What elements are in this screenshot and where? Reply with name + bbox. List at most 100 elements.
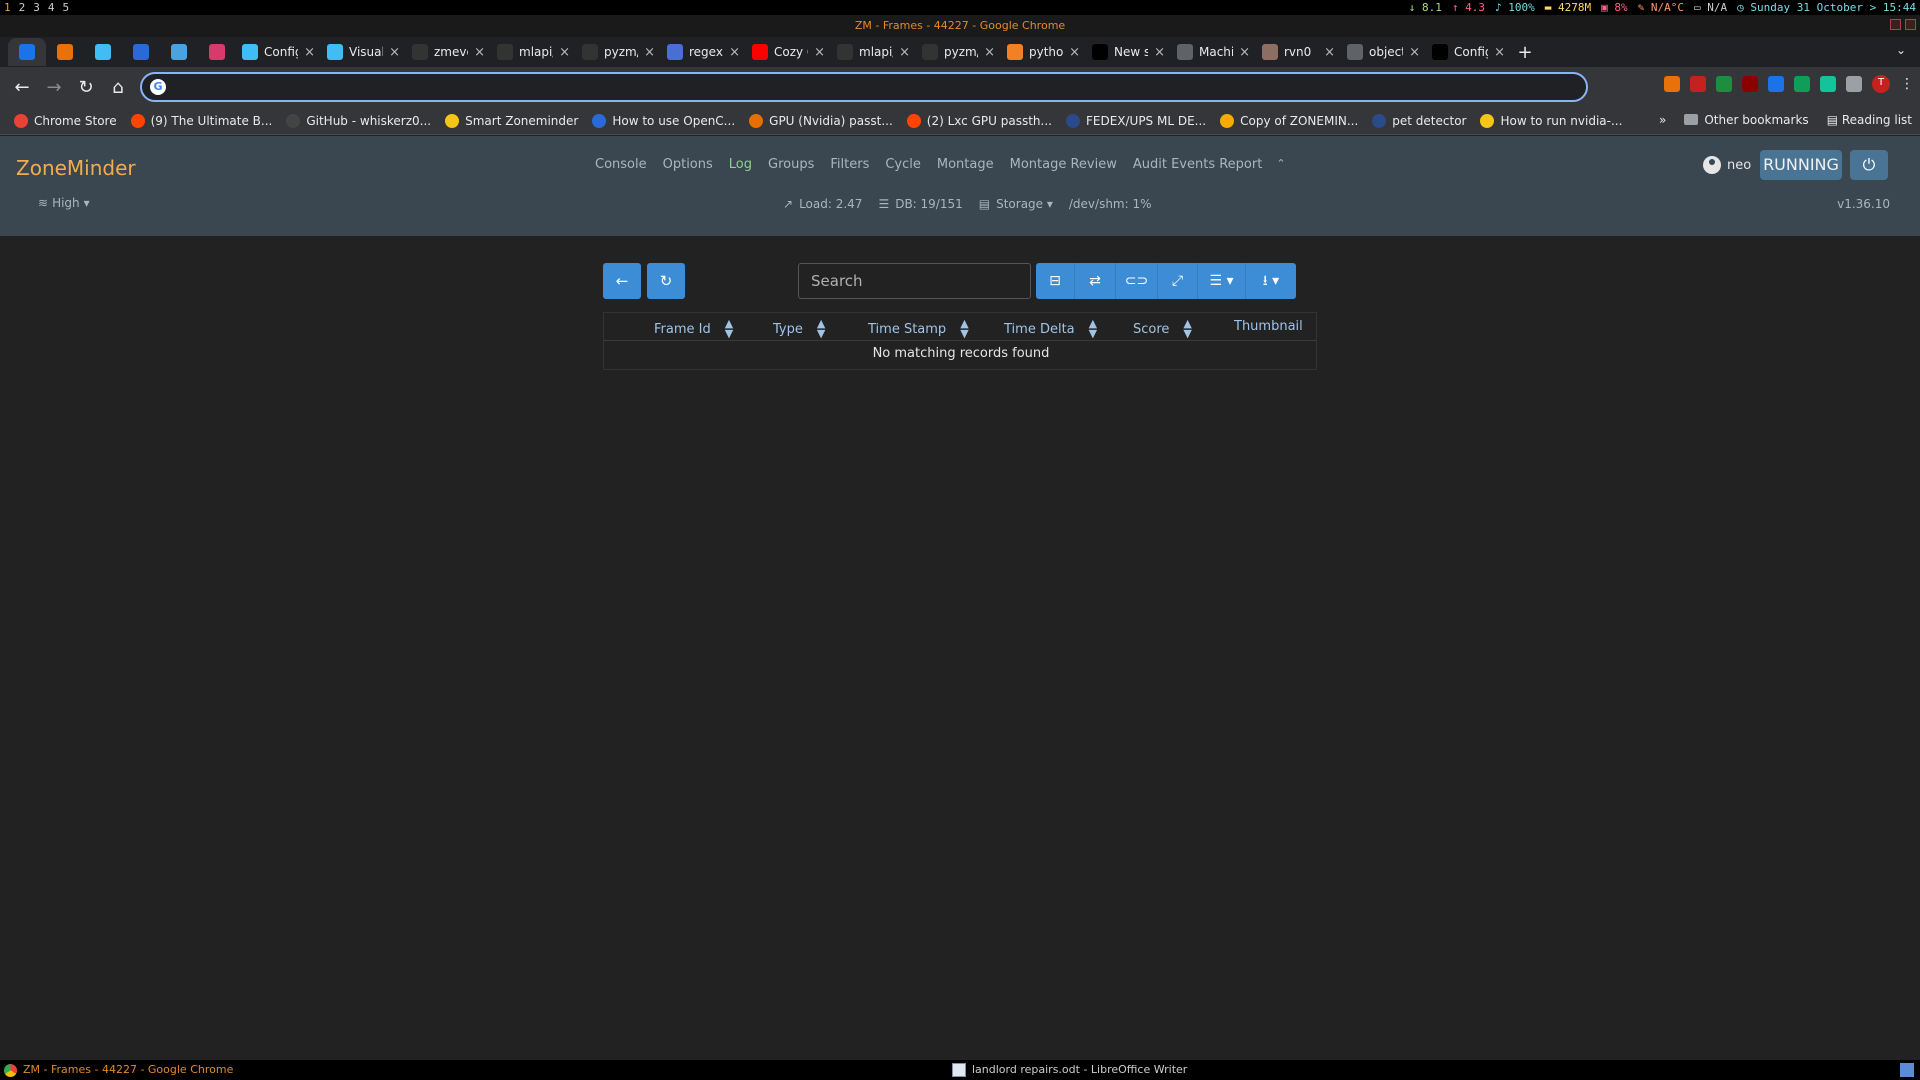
tab-search-icon[interactable]: ⌄ [1896,43,1906,57]
run-state-button[interactable]: RUNNING [1760,150,1842,180]
bookmark-4[interactable]: How to use OpenC... [592,113,743,128]
bookmark-7[interactable]: FEDEX/UPS ML DE... [1065,113,1214,128]
back-icon[interactable]: ← [6,71,38,103]
zm-menu-montage-review[interactable]: Montage Review [1002,157,1125,172]
bitwarden-icon[interactable] [1768,76,1784,92]
workspace-1[interactable]: 1 [4,0,11,15]
bookmark-3[interactable]: Smart Zoneminder [445,113,586,128]
zm-menu-console[interactable]: Console [587,157,655,172]
tab-6[interactable]: Config × [236,38,321,66]
tab-12[interactable]: Cozy C × [746,38,831,66]
search-input[interactable] [798,263,1031,299]
close-tab-icon[interactable]: × [644,45,655,60]
col-time-delta[interactable]: Time Delta ▲ ▼ [1004,318,1097,339]
tray-icon[interactable] [1900,1063,1914,1077]
zm-brand[interactable]: ZoneMinder [16,156,136,180]
power-icon[interactable]: ⏻ [1850,150,1888,180]
zm-menu-options[interactable]: Options [655,157,721,172]
zm-menu-groups[interactable]: Groups [760,157,822,172]
back-button[interactable]: ← [603,263,641,299]
extension-pen-icon[interactable] [1690,76,1706,92]
zm-menu-audit-events-report[interactable]: Audit Events Report [1125,157,1270,172]
toggle-view-button[interactable]: ⊂⊃ [1116,263,1158,299]
tab-20[interactable]: Config × [1426,38,1511,66]
col-time-stamp[interactable]: Time Stamp ▲ ▼ [868,318,969,339]
fullscreen-button[interactable]: ⤢ [1158,263,1198,299]
extensions-puzzle-icon[interactable] [1846,76,1862,92]
bookmark-2[interactable]: GitHub - whiskerz0... [286,113,439,128]
col-type[interactable]: Type ▲ ▼ [773,318,825,339]
tab-11[interactable]: regex1 × [661,38,746,66]
close-tab-icon[interactable]: × [1409,45,1420,60]
collapse-menu-icon[interactable]: ⌃ [1270,157,1285,172]
zm-menu-cycle[interactable]: Cycle [877,157,929,172]
tab-19[interactable]: object × [1341,38,1426,66]
zm-menu-filters[interactable]: Filters [822,157,877,172]
close-tab-icon[interactable]: × [1494,45,1505,60]
window-float-icon[interactable] [1890,19,1901,30]
bookmark-8[interactable]: Copy of ZONEMIN... [1220,113,1366,128]
tab-13[interactable]: mlapi/ × [831,38,916,66]
col-score[interactable]: Score ▲ ▼ [1133,318,1192,339]
close-tab-icon[interactable]: × [729,45,740,60]
refresh-table-button[interactable]: ⇄ [1075,263,1116,299]
zm-menu-log[interactable]: Log [721,157,760,172]
tab-7[interactable]: Visual S × [321,38,406,66]
user-menu[interactable]: neo [1703,156,1751,174]
workspace-3[interactable]: 3 [33,0,40,15]
toggle-pagination-button[interactable]: ⊟ [1036,263,1075,299]
tab-18[interactable]: rvn0 × [1256,38,1341,66]
zm-menu-montage[interactable]: Montage [929,157,1002,172]
bandwidth-dropdown[interactable]: ≋ High ▾ [38,196,90,210]
close-tab-icon[interactable]: × [1239,45,1250,60]
tab-3[interactable] [122,38,160,66]
bookmark-9[interactable]: pet detector [1372,113,1474,128]
tab-2[interactable] [84,38,122,66]
tab-0[interactable] [8,38,46,66]
reload-icon[interactable]: ↻ [70,71,102,103]
close-tab-icon[interactable]: × [474,45,485,60]
other-bookmarks[interactable]: Other bookmarks [1684,113,1809,127]
close-tab-icon[interactable]: × [899,45,910,60]
tab-15[interactable]: python × [1001,38,1086,66]
tab-4[interactable] [160,38,198,66]
forward-icon[interactable]: → [38,71,70,103]
grammarly-icon[interactable] [1820,76,1836,92]
workspace-4[interactable]: 4 [48,0,55,15]
new-tab-button[interactable]: + [1511,42,1539,63]
address-input[interactable] [174,76,1574,98]
home-icon[interactable]: ⌂ [102,71,134,103]
tab-8[interactable]: zmeve × [406,38,491,66]
more-bookmarks-icon[interactable]: » [1659,113,1666,127]
profile-avatar[interactable]: T [1872,75,1890,93]
reading-list[interactable]: ▤ Reading list [1827,113,1912,127]
storage-dropdown[interactable]: ▤ Storage ▾ [979,197,1053,211]
refresh-button[interactable]: ↻ [647,263,685,299]
bookmark-10[interactable]: How to run nvidia-... [1480,113,1630,128]
bookmark-1[interactable]: (9) The Ultimate B... [130,113,281,128]
close-tab-icon[interactable]: × [814,45,825,60]
close-tab-icon[interactable]: × [984,45,995,60]
tab-10[interactable]: pyzm/ × [576,38,661,66]
tab-17[interactable]: Machi × [1171,38,1256,66]
taskbar-chrome[interactable]: ZM - Frames - 44227 - Google Chrome [4,1060,233,1080]
export-dropdown[interactable]: ⭳ ▾ [1246,263,1296,299]
bookmark-6[interactable]: (2) Lxc GPU passth... [906,113,1060,128]
window-close-icon[interactable] [1905,19,1916,30]
extension-green-icon[interactable] [1716,76,1732,92]
ublock-icon[interactable] [1742,76,1758,92]
columns-dropdown[interactable]: ☰ ▾ [1198,263,1246,299]
workspace-5[interactable]: 5 [63,0,70,15]
bookmark-0[interactable]: Chrome Store [14,113,125,128]
close-tab-icon[interactable]: × [1154,45,1165,60]
tab-9[interactable]: mlapi/ × [491,38,576,66]
tab-16[interactable]: New st × [1086,38,1171,66]
close-tab-icon[interactable]: × [1324,45,1335,60]
tab-1[interactable] [46,38,84,66]
bookmark-5[interactable]: GPU (Nvidia) passt... [749,113,901,128]
close-tab-icon[interactable]: × [559,45,570,60]
workspace-2[interactable]: 2 [19,0,26,15]
close-tab-icon[interactable]: × [1069,45,1080,60]
address-bar[interactable]: G [140,72,1588,102]
tab-14[interactable]: pyzm/ × [916,38,1001,66]
